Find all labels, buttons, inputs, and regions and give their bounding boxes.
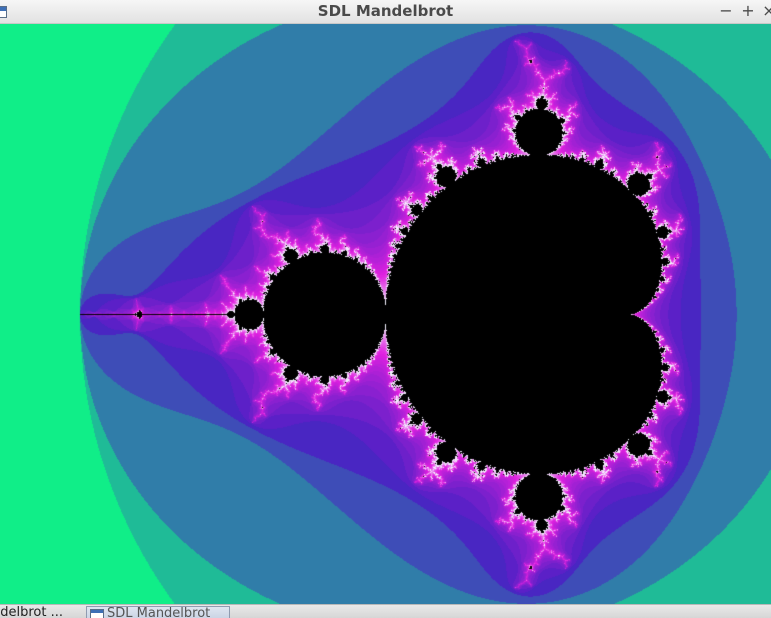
mandelbrot-render	[0, 24, 771, 604]
window-titlebar[interactable]: SDL Mandelbrot − + ×	[0, 0, 771, 24]
minimize-button[interactable]: −	[717, 1, 735, 21]
taskbar-item-sdl-mandelbrot[interactable]: SDL Mandelbrot	[86, 606, 230, 618]
window-app-icon	[90, 609, 104, 618]
fractal-canvas-area[interactable]	[0, 24, 771, 604]
taskbar-item-terminal[interactable]: ndelbrot ...	[0, 606, 80, 618]
window-title: SDL Mandelbrot	[317, 2, 454, 20]
maximize-button[interactable]: +	[739, 1, 757, 21]
close-button[interactable]: ×	[760, 1, 771, 21]
taskbar-item-label: SDL Mandelbrot	[107, 606, 211, 618]
taskbar: ndelbrot ... SDL Mandelbrot	[0, 604, 771, 618]
